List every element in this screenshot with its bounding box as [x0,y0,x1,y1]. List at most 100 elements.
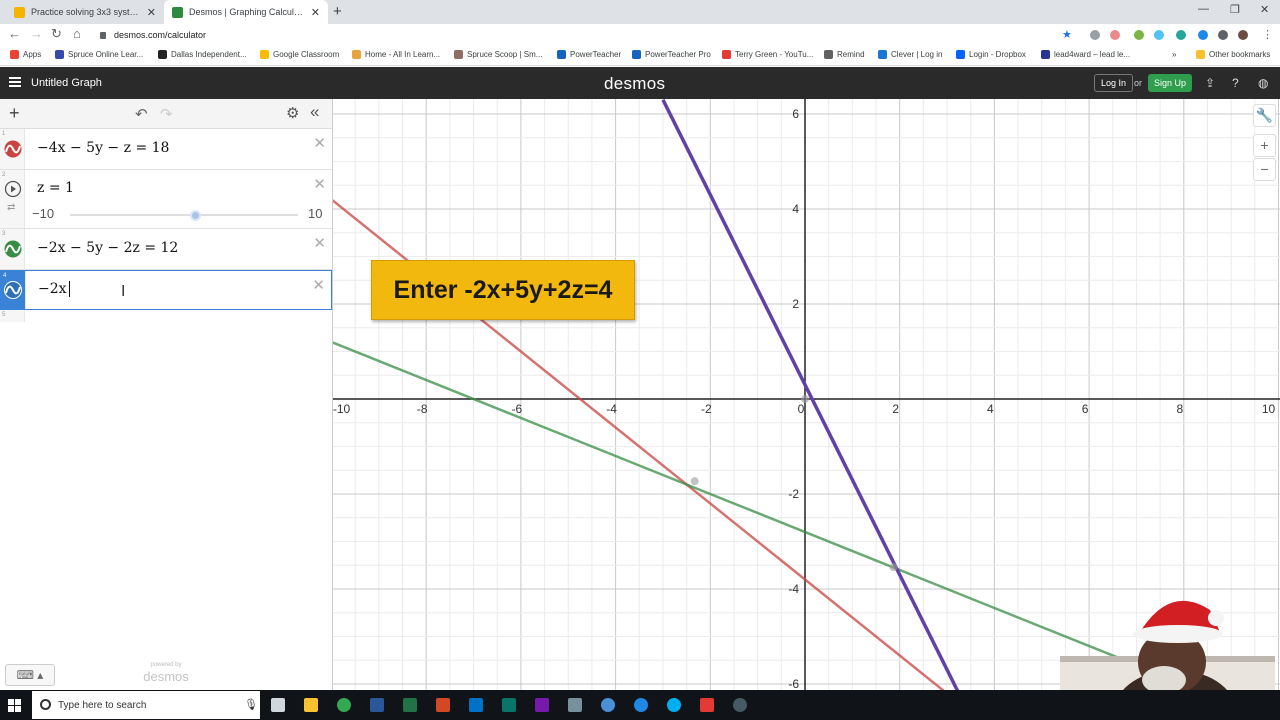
expression-text[interactable]: −4x − 5y − z = 18 [37,140,169,156]
expression-index: 3 [2,231,6,237]
reload-icon[interactable]: ↻ [51,26,62,42]
graph-wave-icon[interactable] [3,240,23,258]
settings-gear-icon[interactable]: ⚙ [286,104,299,122]
edge-icon[interactable] [634,698,648,712]
play-icon[interactable] [4,180,22,198]
slider-min[interactable]: −10 [32,206,54,221]
collapse-panel-icon[interactable]: « [310,102,319,122]
bookmark-item[interactable]: Login - Dropbox [956,50,1026,59]
restore-icon[interactable]: ❐ [1230,3,1240,16]
zoom-out-button[interactable]: − [1253,158,1276,181]
chrome-icon[interactable] [337,698,351,712]
microphone-icon[interactable]: 🎙 [244,698,258,711]
delete-expression-icon[interactable]: ✕ [313,175,326,193]
outlook-icon[interactable] [469,698,483,712]
expression-input[interactable]: −2x [38,281,67,297]
expression-text[interactable]: z = 1 [37,180,74,196]
slider-settings-icon[interactable]: ⇄ [7,202,15,213]
bookmark-item[interactable]: lead4ward – lead le... [1041,50,1130,59]
graph-title[interactable]: Untitled Graph [31,77,102,89]
window-close-icon[interactable]: ✕ [1260,3,1269,16]
share-icon[interactable]: ⇪ [1205,76,1215,90]
extension-icon[interactable] [1176,30,1186,40]
undo-icon[interactable]: ↶ [135,105,148,123]
bookmarks-overflow-icon[interactable]: » [1172,50,1176,59]
help-icon[interactable]: ? [1232,76,1239,90]
tab-close-icon[interactable]: ✕ [311,6,320,19]
menu-dots-icon[interactable]: ⋮ [1262,28,1273,41]
redo-icon[interactable]: ↷ [160,105,173,123]
globe-icon[interactable]: ◍ [1258,76,1268,90]
forward-icon[interactable]: → [30,26,43,41]
app-icon[interactable] [601,698,615,712]
add-expression-icon[interactable]: + [9,103,20,124]
other-bookmarks[interactable]: Other bookmarks [1196,50,1270,59]
app-icon[interactable] [568,698,582,712]
tab-practice[interactable]: Practice solving 3x3 systems De ✕ [6,0,164,24]
bookmark-item[interactable]: Google Classroom [260,50,339,59]
extension-icon[interactable] [1134,30,1144,40]
bookmark-label: lead4ward – lead le... [1054,50,1131,59]
task-view-icon[interactable] [271,698,285,712]
expression-text[interactable]: −2x − 5y − 2z = 12 [37,240,178,256]
onenote-icon[interactable] [535,698,549,712]
delete-expression-icon[interactable]: ✕ [313,234,326,252]
extension-icon[interactable] [1110,30,1120,40]
extension-icon[interactable] [1154,30,1164,40]
expression-row-active[interactable]: 4 −2x I ✕ [0,270,332,310]
expression-row[interactable]: 1 −4x − 5y − z = 18 ✕ [0,129,332,170]
expression-row[interactable]: 3 −2x − 5y − 2z = 12 ✕ [0,229,332,270]
bookmark-star-icon[interactable]: ★ [1062,28,1072,41]
slider-handle[interactable] [190,210,201,221]
publisher-icon[interactable] [502,698,516,712]
bookmark-item[interactable]: PowerTeacher Pro [632,50,711,59]
menu-hamburger-icon[interactable] [9,77,21,87]
home-icon[interactable]: ⌂ [73,26,81,41]
extension-icon[interactable] [1090,30,1100,40]
graph-wave-icon[interactable] [3,281,23,299]
word-icon[interactable] [370,698,384,712]
expression-list: + ↶ ↷ ⚙ « 1 −4x − 5y − z = 18 ✕ 2 ⇄ z = … [0,99,333,690]
delete-expression-icon[interactable]: ✕ [312,276,325,294]
zoom-in-button[interactable]: + [1253,134,1276,157]
slider-max[interactable]: 10 [308,206,322,221]
tab-close-icon[interactable]: ✕ [147,6,156,19]
powerpoint-icon[interactable] [436,698,450,712]
signup-button[interactable]: Sign Up [1148,74,1193,92]
bookmark-item[interactable]: Spruce Online Lear... [55,50,143,59]
login-button[interactable]: Log In [1094,74,1134,92]
graph-wave-icon[interactable] [3,140,23,158]
tab-desmos[interactable]: Desmos | Graphing Calculator ✕ [164,0,328,24]
expression-row-slider[interactable]: 2 ⇄ z = 1 −10 10 ✕ [0,170,332,229]
profile-avatar[interactable] [1238,30,1248,40]
minimize-icon[interactable]: — [1198,3,1209,15]
bookmark-label: Apps [23,50,42,59]
bookmark-item[interactable]: Home - All In Learn... [352,50,440,59]
bookmark-item[interactable]: PowerTeacher [557,50,621,59]
address-bar[interactable]: desmos.com/calculator [100,27,1090,43]
bookmark-apps[interactable]: Apps [10,50,41,59]
bookmark-item[interactable]: Remind [824,50,865,59]
excel-icon[interactable] [403,698,417,712]
taskbar-search-box[interactable]: Type here to search 🎙 [32,691,260,719]
y-tick-label: 2 [792,297,799,311]
slider-track[interactable] [70,214,298,216]
back-icon[interactable]: ← [8,26,21,41]
bookmark-item[interactable]: Clever | Log in [878,50,942,59]
extension-icon[interactable] [1198,30,1208,40]
acrobat-icon[interactable] [700,698,714,712]
file-explorer-icon[interactable] [304,698,318,712]
expression-row-empty[interactable]: 5 [0,310,332,322]
app-icon[interactable] [733,698,747,712]
new-tab-icon[interactable]: + [333,3,342,20]
extensions-puzzle-icon[interactable] [1218,30,1228,40]
skype-icon[interactable] [667,698,681,712]
keyboard-toggle-button[interactable]: ⌨ ▴ [5,664,55,686]
wrench-icon[interactable]: 🔧 [1253,104,1276,127]
windows-start-icon[interactable] [8,699,21,712]
bookmark-item[interactable]: Dallas Independent... [158,50,247,59]
bookmark-item[interactable]: Terry Green - YouTu... [722,50,813,59]
expression-toolbar: + ↶ ↷ ⚙ « [0,99,332,129]
delete-expression-icon[interactable]: ✕ [313,134,326,152]
bookmark-item[interactable]: Spruce Scoop | Sm... [454,50,542,59]
